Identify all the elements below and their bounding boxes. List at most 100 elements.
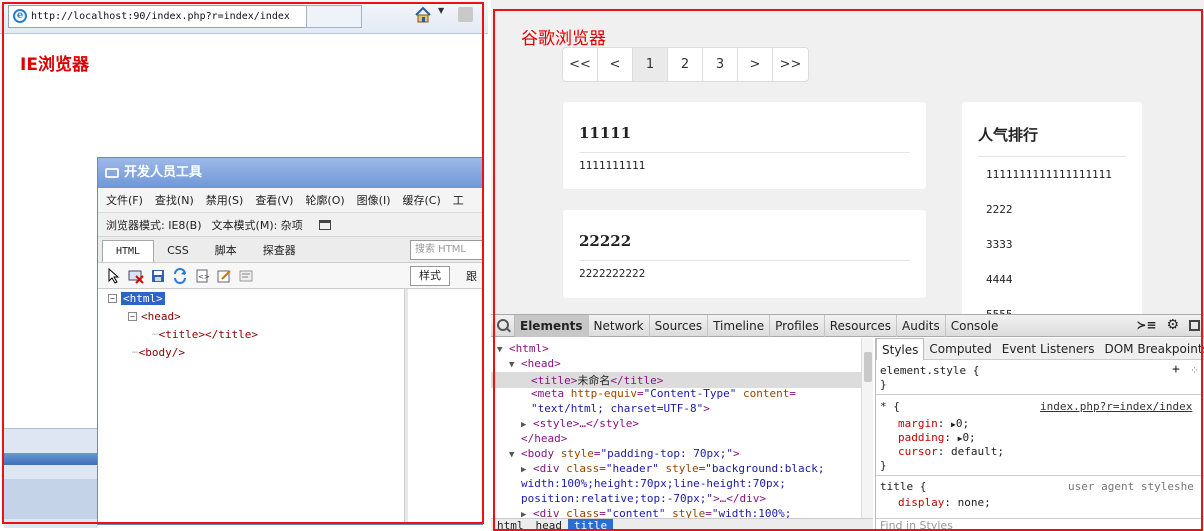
document-mode-menu[interactable]: 文本模式(M): 杂项 — [212, 217, 303, 233]
tab-script[interactable]: 脚本 — [202, 240, 250, 262]
element-style-rule[interactable]: element.style { — [880, 364, 979, 377]
elements-scrollbar[interactable] — [861, 338, 873, 518]
ie-logo-icon: e — [13, 9, 27, 23]
page-next-button[interactable]: > — [738, 48, 773, 81]
search-html-input[interactable]: 搜索 HTML — [410, 240, 482, 260]
dom-node[interactable]: ▶ <div class="header" style="background:… — [521, 462, 825, 475]
tab-trace[interactable]: 跟 — [466, 268, 477, 284]
tree-node-head[interactable]: − <head> — [128, 310, 181, 323]
tree-node-body[interactable]: ┈<body/> — [132, 346, 185, 359]
ie-url-field[interactable]: e http://localhost:90/index.php?r=index/… — [8, 5, 308, 28]
panel-network[interactable]: Network — [589, 315, 650, 337]
css-property[interactable]: display: none; — [898, 496, 991, 509]
devtools-tab-bar: HTML CSS 脚本 探查器 搜索 HTML — [98, 236, 482, 262]
dom-node[interactable]: </head> — [521, 432, 567, 445]
devtools-toolbar: <> 样式 跟 — [98, 262, 482, 288]
tab-event-listeners[interactable]: Event Listeners — [997, 338, 1100, 360]
browser-mode-menu[interactable]: 浏览器模式: IE8(B) — [106, 217, 202, 233]
ranking-item[interactable]: 1111111111111111111 — [986, 157, 1142, 192]
css-property[interactable]: margin: ▶0; — [898, 417, 969, 430]
ranking-item[interactable]: 4444 — [986, 262, 1142, 297]
rss-icon[interactable] — [458, 7, 473, 22]
menu-view[interactable]: 查看(V) — [255, 192, 293, 208]
select-element-cursor-icon[interactable] — [106, 267, 122, 284]
panel-elements[interactable]: Elements — [515, 315, 589, 337]
panel-timeline[interactable]: Timeline — [708, 315, 771, 337]
panel-sources[interactable]: Sources — [650, 315, 709, 337]
dom-node[interactable]: <meta http-equiv="Content-Type" content= — [531, 387, 796, 400]
tab-profiler[interactable]: 探查器 — [250, 240, 309, 262]
menu-disable[interactable]: 禁用(S) — [206, 192, 244, 208]
dom-node[interactable]: ▶ <div class="content" style="width:100%… — [521, 507, 791, 518]
page-1-button[interactable]: 1 — [633, 48, 668, 81]
tab-computed[interactable]: Computed — [924, 338, 996, 360]
dock-icon[interactable] — [1189, 320, 1200, 331]
dom-tree-icon[interactable]: <> — [194, 268, 210, 284]
ie-developer-tools-window: 开发人员工具 文件(F) 查找(N) 禁用(S) 查看(V) 轮廓(O) 图像(… — [97, 157, 483, 525]
tree-node-title[interactable]: ┈<title></title> — [152, 328, 258, 341]
rule-source-link[interactable]: index.php?r=index/index — [1040, 400, 1192, 413]
add-rule-icon[interactable]: + — [1172, 362, 1180, 377]
toggle-state-icon[interactable]: ⁘ — [1190, 364, 1199, 377]
menu-find[interactable]: 查找(N) — [155, 192, 194, 208]
find-in-styles-input[interactable]: Find in Styles — [876, 518, 1204, 531]
tab-html[interactable]: HTML — [102, 240, 155, 262]
edit-icon[interactable] — [216, 268, 232, 284]
home-icon[interactable] — [414, 6, 432, 24]
menu-tools[interactable]: 工 — [453, 192, 464, 208]
save-icon[interactable] — [150, 268, 166, 284]
page-first-button[interactable]: << — [563, 48, 598, 81]
page-prev-button[interactable]: < — [598, 48, 633, 81]
panel-audits[interactable]: Audits — [897, 315, 946, 337]
ranking-item[interactable]: 2222 — [986, 192, 1142, 227]
page-last-button[interactable]: >> — [773, 48, 808, 81]
breadcrumb-head[interactable]: head — [530, 519, 569, 531]
breadcrumb-html[interactable]: html — [491, 519, 530, 531]
gear-icon[interactable]: ⚙ — [1166, 318, 1179, 332]
search-icon[interactable] — [491, 315, 515, 337]
dom-node[interactable]: ▼ <html> — [497, 342, 549, 355]
dom-node[interactable]: ▶ <style>…</style> — [521, 417, 639, 430]
post-title[interactable]: 11111 — [579, 124, 910, 153]
collapse-icon[interactable]: − — [128, 312, 137, 321]
tab-styles[interactable]: Styles — [876, 338, 925, 360]
panel-console[interactable]: Console — [946, 315, 1004, 337]
tab-dom-breakpoints[interactable]: DOM Breakpoints — [1099, 338, 1204, 360]
pane-splitter[interactable] — [404, 289, 408, 524]
menu-cache[interactable]: 缓存(C) — [403, 192, 441, 208]
ie-address-bar: e http://localhost:90/index.php?r=index/… — [0, 0, 488, 34]
devtools-app-icon — [105, 168, 119, 178]
post-title[interactable]: 22222 — [579, 232, 910, 261]
ranking-item[interactable]: 3333 — [986, 227, 1142, 262]
rule-close-brace: } — [880, 378, 887, 391]
devtools-mode-bar: 浏览器模式: IE8(B) 文本模式(M): 杂项 — [98, 212, 482, 236]
devtools-title-bar: 开发人员工具 — [98, 158, 482, 188]
menu-images[interactable]: 图像(I) — [357, 192, 391, 208]
panel-profiles[interactable]: Profiles — [770, 315, 825, 337]
ranking-title: 人气排行 — [978, 124, 1126, 157]
clear-outline-icon[interactable] — [128, 268, 144, 284]
minimize-window-icon[interactable] — [318, 219, 331, 230]
menu-file[interactable]: 文件(F) — [106, 192, 143, 208]
menu-outline[interactable]: 轮廓(O) — [305, 192, 344, 208]
collapse-icon[interactable]: − — [108, 294, 117, 303]
css-property[interactable]: padding: ▶0; — [898, 431, 976, 444]
tree-node-html[interactable]: − <html> — [108, 292, 165, 305]
chevron-down-icon[interactable]: ▼ — [438, 6, 444, 15]
title-rule-selector[interactable]: title { — [880, 480, 926, 493]
page-2-button[interactable]: 2 — [668, 48, 703, 81]
dom-node-selected[interactable]: <title>未命名</title> — [491, 372, 861, 388]
page-3-button[interactable]: 3 — [703, 48, 738, 81]
tab-style[interactable]: 样式 — [410, 266, 450, 286]
dom-node[interactable]: ▼ <head> — [509, 357, 561, 370]
console-drawer-icon[interactable]: ≻≡ — [1136, 318, 1156, 332]
panel-resources[interactable]: Resources — [825, 315, 897, 337]
word-wrap-icon[interactable] — [238, 268, 254, 284]
ie-new-tab[interactable] — [306, 5, 362, 28]
breadcrumb-title[interactable]: title — [568, 519, 614, 531]
star-rule-selector[interactable]: * { — [880, 400, 900, 413]
css-property[interactable]: cursor: default; — [898, 445, 1004, 458]
tab-css[interactable]: CSS — [154, 240, 202, 262]
dom-node[interactable]: ▼ <body style="padding-top: 70px;"> — [509, 447, 740, 460]
refresh-icon[interactable] — [172, 267, 188, 284]
